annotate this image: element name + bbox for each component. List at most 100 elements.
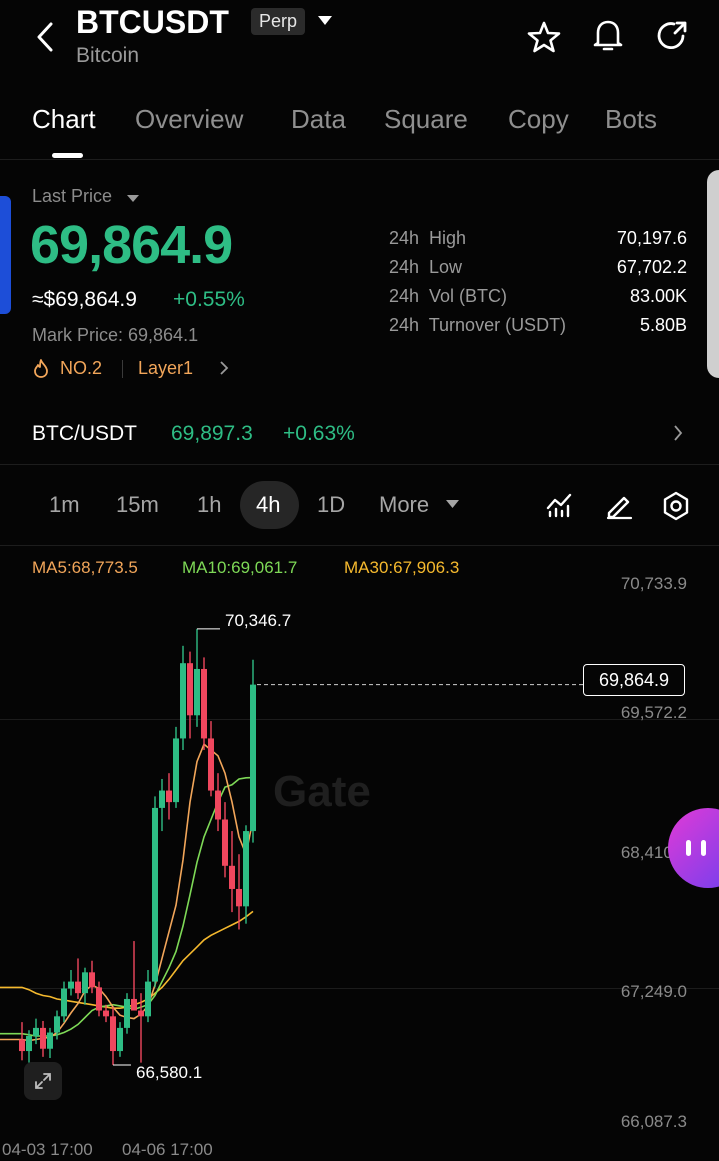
candle-body [75, 981, 81, 994]
candle-body [250, 684, 256, 832]
settings-icon[interactable] [662, 491, 690, 521]
stat-vol-label: 24h Vol (BTC) [389, 286, 508, 306]
expand-icon [35, 1073, 51, 1089]
assistant-eye-right [701, 840, 706, 856]
divider [0, 159, 719, 160]
candle-body [26, 1036, 32, 1052]
timeframe-15m[interactable]: 15m [116, 492, 159, 518]
watermark-logo: Gate [273, 767, 371, 816]
stat-turnover-value: 5.80B [639, 315, 687, 335]
candle-body [19, 1039, 25, 1052]
candle-body [236, 888, 242, 907]
tab-chart[interactable]: Chart [32, 104, 96, 135]
candle-body [131, 998, 137, 1011]
candle-body [61, 988, 67, 1017]
candle-body [68, 981, 74, 989]
stat-high-value: 70,197.6 [616, 228, 687, 248]
tab-copy[interactable]: Copy [508, 104, 569, 135]
chevron-right-icon[interactable] [219, 361, 229, 375]
spot-row[interactable]: BTC/USDT 69,897.3 +0.63% [0, 408, 719, 460]
expand-button[interactable] [24, 1062, 62, 1100]
timeframe-1h[interactable]: 1h [197, 492, 221, 518]
stat-low-value: 67,702.2 [616, 257, 687, 277]
timeframe-4h[interactable]: 4h [256, 492, 280, 518]
divider [0, 464, 719, 465]
fire-icon [34, 359, 48, 378]
tab-square[interactable]: Square [384, 104, 468, 135]
candle-body [173, 738, 179, 803]
tab-active-indicator [52, 153, 83, 158]
y-tick-label: 70,733.9 [620, 574, 687, 593]
candle-body [33, 1027, 39, 1037]
spot-change: +0.63% [283, 422, 355, 445]
timeframe-1d[interactable]: 1D [317, 492, 345, 518]
tag-divider [122, 360, 123, 378]
candle-body [222, 819, 228, 866]
candle-body [152, 807, 158, 982]
header: BTCUSDT Perp Bitcoin [0, 0, 719, 90]
tab-data[interactable]: Data [291, 104, 346, 135]
last-price: 69,864.9 [30, 215, 233, 275]
candle-body [243, 831, 249, 907]
candle-body [208, 738, 214, 791]
stat-high-label: 24h High [389, 228, 467, 248]
last-price-dropdown-icon[interactable] [127, 195, 139, 203]
candle-body [110, 1016, 116, 1052]
candle-body [124, 998, 130, 1028]
timeframe-1m[interactable]: 1m [49, 492, 80, 518]
right-edge-handle[interactable] [707, 170, 719, 378]
assistant-eye-left [686, 840, 691, 856]
candle-body [96, 987, 102, 1011]
symbol-title[interactable]: BTCUSDT [76, 4, 229, 41]
share-icon[interactable] [655, 19, 689, 53]
candlestick-chart[interactable]: Gate [0, 546, 719, 1161]
candle-body [187, 663, 193, 716]
tab-bots[interactable]: Bots [605, 104, 657, 135]
candle-body [89, 972, 95, 988]
price-change: +0.55% [173, 288, 245, 311]
candle-body [103, 1010, 109, 1017]
candle-body [54, 1016, 60, 1033]
draw-icon[interactable] [605, 491, 633, 520]
y-tick-label: 67,249.0 [620, 982, 687, 1001]
x-tick-label: 04-06 17:00 [122, 1140, 213, 1159]
rank-badge[interactable]: NO.2 [60, 358, 102, 379]
y-tick-label: 66,087.3 [620, 1112, 687, 1131]
stat-vol-value: 83.00K [629, 286, 687, 306]
bell-icon[interactable] [592, 18, 624, 52]
candle-body [145, 981, 151, 1017]
mark-price: Mark Price: 69,864.1 [32, 325, 199, 345]
stat-turnover-label: 24h Turnover (USDT) [389, 315, 567, 335]
candle-body [215, 790, 221, 820]
last-price-label[interactable]: Last Price [32, 186, 112, 207]
dropdown-triangle-icon[interactable] [318, 16, 332, 26]
y-tick-label: 69,572.2 [620, 703, 687, 722]
indicator-icon[interactable] [546, 492, 574, 518]
usd-price: ≈$69,864.9 [32, 288, 137, 311]
x-tick-label: 04-03 17:00 [2, 1140, 93, 1159]
low-price-label: 66,580.1 [136, 1063, 203, 1082]
left-edge-accent [0, 196, 11, 314]
current-price-tag[interactable]: 69,864.9 [583, 664, 685, 696]
stat-low-label: 24h Low [389, 257, 463, 277]
candle-body [47, 1032, 53, 1049]
candle-body [40, 1027, 46, 1049]
tab-overview[interactable]: Overview [135, 104, 243, 135]
spot-price: 69,897.3 [171, 422, 253, 445]
symbol-subtitle: Bitcoin [76, 44, 140, 67]
star-icon[interactable] [527, 20, 561, 54]
candle-body [159, 790, 165, 808]
more-dropdown-icon[interactable] [446, 500, 459, 509]
candle-body [229, 865, 235, 889]
back-icon[interactable] [34, 22, 56, 52]
candle-body [201, 668, 207, 739]
layer-tag[interactable]: Layer1 [138, 358, 193, 379]
candle-body [194, 668, 200, 716]
candle-body [82, 972, 88, 994]
timeframe-more[interactable]: More [379, 492, 429, 518]
perp-badge[interactable]: Perp [251, 8, 306, 35]
spot-pair: BTC/USDT [32, 422, 137, 445]
candle-body [117, 1027, 123, 1052]
chevron-right-icon [674, 425, 683, 441]
candle-body [138, 1010, 144, 1017]
